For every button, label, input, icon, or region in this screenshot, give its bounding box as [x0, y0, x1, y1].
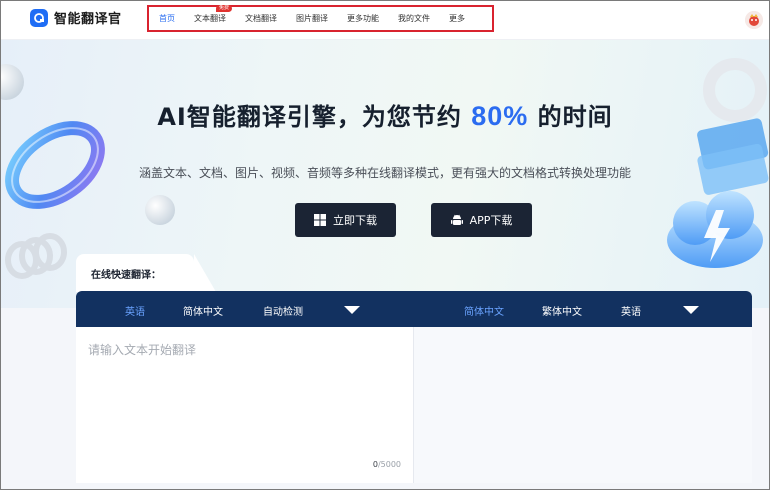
- logo-icon: [30, 8, 48, 27]
- section-label: 在线快速翻译：: [91, 270, 161, 281]
- target-lang-traditional-chinese[interactable]: 繁体中文: [542, 303, 582, 318]
- char-counter: 0/5000: [373, 460, 401, 469]
- nav-item-home[interactable]: 首页: [159, 13, 175, 24]
- sphere-decoration: [0, 64, 24, 100]
- android-icon: [450, 214, 463, 225]
- nav-item-label: 文本翻译: [194, 14, 226, 23]
- hero-subtitle: 涵盖文本、文档、图片、视频、音频等多种在线翻译模式，更有强大的文档格式转换处理功…: [138, 166, 631, 180]
- chevron-down-icon[interactable]: [344, 306, 360, 314]
- sphere-decoration: [145, 195, 175, 225]
- source-lang-english[interactable]: 英语: [125, 303, 145, 318]
- nav-item-text-translate[interactable]: 文本翻译 免费: [194, 5, 233, 24]
- app-name: 智能翻译官: [54, 12, 122, 27]
- cloud-decoration: [667, 191, 763, 268]
- avatar[interactable]: [745, 11, 763, 29]
- chevron-down-icon[interactable]: [683, 306, 699, 314]
- target-lang-english[interactable]: 英语: [621, 303, 641, 318]
- headline-percent: 80%: [471, 101, 529, 131]
- target-lang-simplified-chinese[interactable]: 简体中文: [464, 303, 504, 318]
- app-download-button[interactable]: APP下载: [431, 203, 532, 237]
- nav-item-doc-translate[interactable]: 文档翻译: [245, 13, 277, 24]
- nav-item-image-translate[interactable]: 图片翻译: [296, 13, 328, 24]
- nav-item-more[interactable]: 更多: [449, 13, 465, 24]
- top-header: 智能翻译官 首页 文本翻译 免费 文档翻译 图片翻译 更多功能 我的文件 更多: [0, 0, 770, 40]
- nav-item-more-features[interactable]: 更多功能: [347, 13, 379, 24]
- target-text-output: [414, 327, 752, 483]
- source-lang-auto-detect[interactable]: 自动检测: [263, 303, 303, 318]
- download-button[interactable]: 立即下载: [295, 203, 396, 237]
- source-text-input[interactable]: 请输入文本开始翻译 0/5000: [76, 327, 414, 483]
- nav-item-my-files[interactable]: 我的文件: [398, 13, 430, 24]
- main-nav: 首页 文本翻译 免费 文档翻译 图片翻译 更多功能 我的文件 更多: [147, 5, 494, 32]
- windows-icon: [314, 214, 326, 226]
- headline-text-post: 的时间: [528, 103, 613, 131]
- hero-headline: AI智能翻译引擎，为您节约 80% 的时间: [0, 97, 770, 132]
- coil-decoration: [5, 233, 67, 279]
- free-badge: 免费: [216, 5, 233, 12]
- app-download-button-label: APP下载: [469, 214, 513, 227]
- download-button-label: 立即下载: [333, 214, 377, 227]
- headline-text-pre: AI智能翻译引擎，为您节约: [157, 103, 472, 131]
- input-placeholder: 请输入文本开始翻译: [88, 343, 197, 357]
- source-lang-simplified-chinese[interactable]: 简体中文: [183, 303, 223, 318]
- language-bar: 英语 简体中文 自动检测 简体中文 繁体中文 英语: [76, 291, 752, 327]
- brand-logo[interactable]: 智能翻译官: [30, 8, 122, 27]
- char-limit: /5000: [377, 460, 401, 469]
